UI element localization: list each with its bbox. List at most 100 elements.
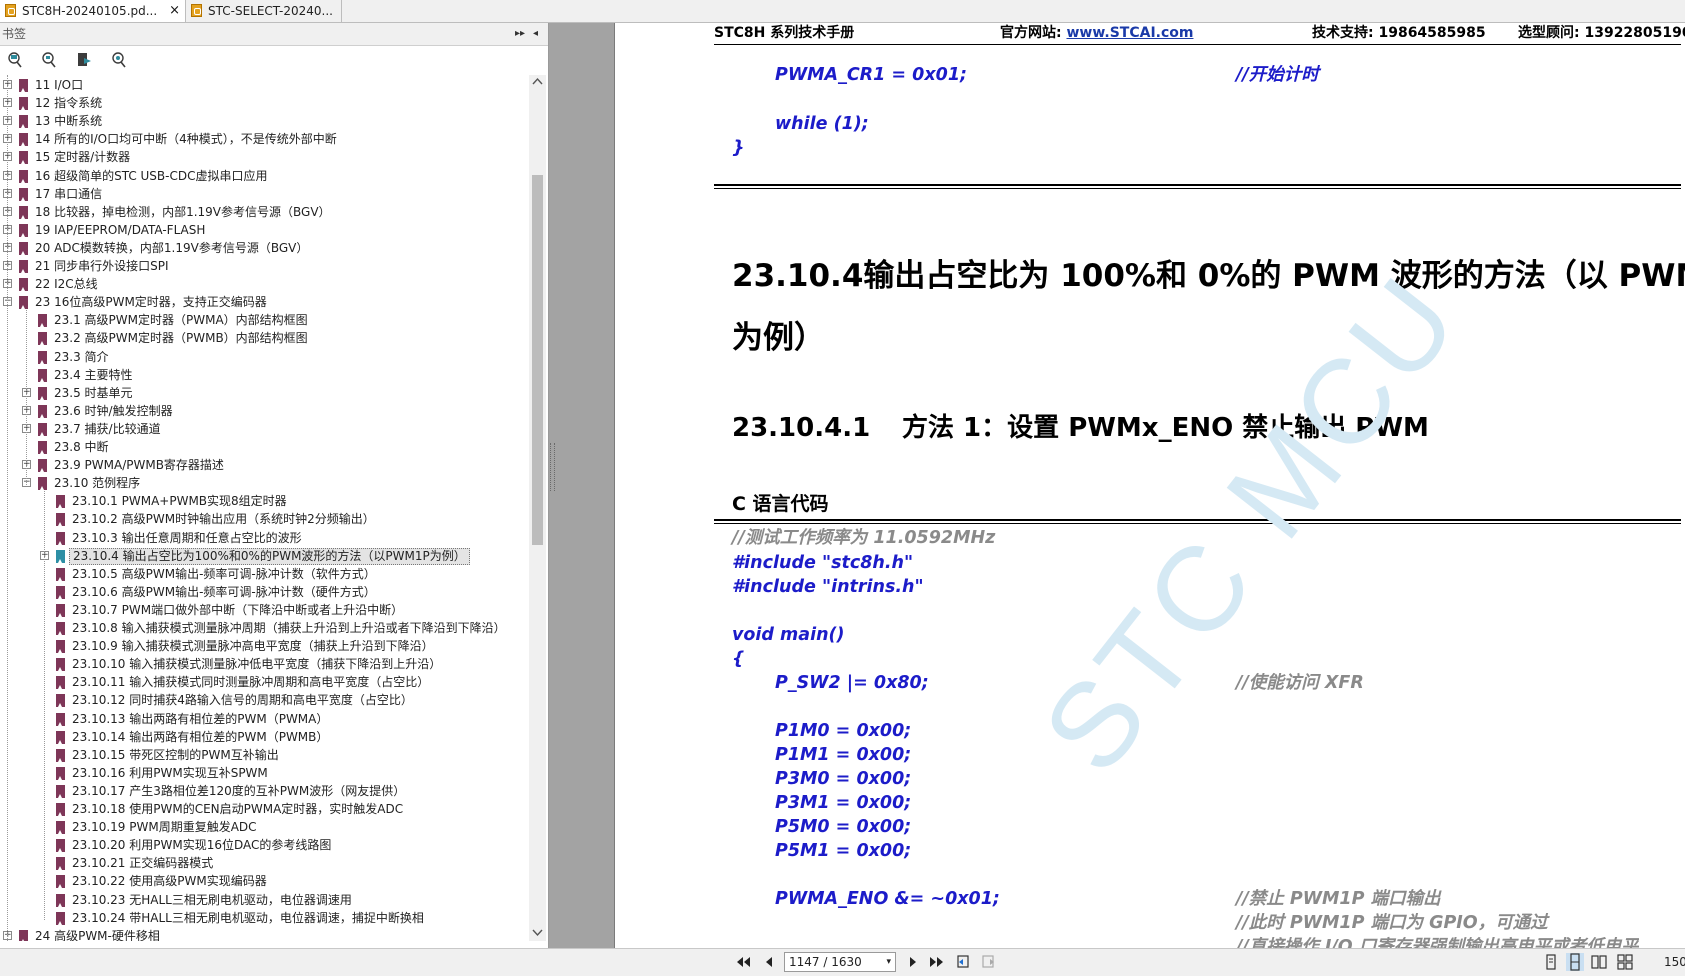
book-view-icon[interactable]: [1616, 953, 1634, 971]
bookmark-item[interactable]: +17 串口通信: [0, 186, 526, 203]
bookmark-item[interactable]: 23.10.15 带死区控制的PWM互补输出: [0, 747, 526, 764]
scroll-up-icon[interactable]: [532, 77, 543, 87]
close-tab-icon[interactable]: ×: [169, 0, 180, 22]
splitter-grip[interactable]: [550, 443, 555, 491]
bookmark-item[interactable]: +23.7 捕获/比较通道: [0, 421, 526, 438]
bookmark-item[interactable]: +23.9 PWMA/PWMB寄存器描述: [0, 457, 526, 474]
scrollbar-thumb[interactable]: [532, 175, 543, 545]
bookmark-item[interactable]: +21 同步串行外设接口SPI: [0, 258, 526, 275]
code-line: while (1);: [775, 114, 869, 134]
bookmark-item[interactable]: 23.10.11 输入捕获模式同时测量脉冲周期和高电平宽度（占空比）: [0, 674, 526, 691]
bookmark-find-icon[interactable]: [110, 51, 128, 69]
bookmark-item[interactable]: 23.10.24 带HALL三相无刷电机驱动，电位器调速，捕捉中断换相: [0, 910, 526, 927]
bookmark-goto-icon[interactable]: [75, 51, 93, 69]
bookmark-item[interactable]: +24 高级PWM-硬件移相: [0, 928, 526, 941]
collapse-panel-icon[interactable]: ▸▸: [515, 23, 525, 45]
bookmark-item[interactable]: +16 超级简单的STC USB-CDC虚拟串口应用: [0, 168, 526, 185]
bookmark-icon: [38, 368, 47, 382]
bookmark-item[interactable]: 23.10.5 高级PWM输出-频率可调-脉冲计数（软件方式）: [0, 566, 526, 583]
bookmark-item[interactable]: 23.8 中断: [0, 439, 526, 456]
bookmark-collapse-icon[interactable]: [40, 51, 58, 69]
bookmark-label: 23.10.13 输出两路有相位差的PWM（PWMA）: [72, 711, 329, 726]
close-panel-icon[interactable]: ◂: [533, 23, 538, 45]
bookmark-item[interactable]: 23.10.19 PWM周期重复触发ADC: [0, 819, 526, 836]
page-number-input[interactable]: 1147 / 1630 ▾: [784, 952, 896, 972]
bookmark-label: 23.2 高级PWM定时器（PWMB）内部结构框图: [54, 331, 308, 346]
bookmark-item[interactable]: 23.10.21 正交编码器模式: [0, 855, 526, 872]
bookmark-icon: [56, 803, 65, 816]
bookmark-item[interactable]: 23.10.7 PWM端口做外部中断（下降沿中断或者上升沿中断）: [0, 602, 526, 619]
bookmark-item[interactable]: +13 中断系统: [0, 113, 526, 130]
bookmark-item[interactable]: 23.10.18 使用PWM的CEN启动PWMA定时器，实时触发ADC: [0, 801, 526, 818]
bookmark-item[interactable]: 23.10.3 输出任意周期和任意占空比的波形: [0, 530, 526, 547]
header-website-link[interactable]: www.STCAI.com: [1066, 25, 1193, 41]
bookmark-item[interactable]: +14 所有的I/O口均可中断（4种模式），不是传统外部中断: [0, 131, 526, 148]
bookmark-item[interactable]: +12 指令系统: [0, 95, 526, 112]
bookmark-item[interactable]: +23.6 时钟/触发控制器: [0, 403, 526, 420]
bookmark-icon: [38, 422, 47, 436]
bookmark-item[interactable]: 23.10.2 高级PWM时钟输出应用（系统时钟2分频输出）: [0, 511, 526, 528]
last-page-icon[interactable]: [928, 953, 946, 971]
bookmark-item[interactable]: 23.4 主要特性: [0, 367, 526, 384]
bookmark-item[interactable]: 23.10.8 输入捕获模式测量脉冲周期（捕获上升沿到上升沿或者下降沿到下降沿）: [0, 620, 526, 637]
bookmark-item[interactable]: 23.10.22 使用高级PWM实现编码器: [0, 873, 526, 890]
bookmark-item[interactable]: 23.10.9 输入捕获模式测量脉冲高电平宽度（捕获上升沿到下降沿）: [0, 638, 526, 655]
c-code-label: C 语言代码: [732, 493, 829, 515]
bookmark-item[interactable]: 23.10.12 同时捕获4路输入信号的周期和高电平宽度（占空比）: [0, 692, 526, 709]
go-forward-icon[interactable]: [980, 953, 998, 971]
code-line: #include "stc8h.h": [732, 553, 914, 573]
bookmark-item[interactable]: 23.3 简介: [0, 349, 526, 366]
bookmark-icon: [56, 585, 65, 599]
tab-label: STC-SELECT-20240...: [208, 4, 333, 18]
continuous-view-icon[interactable]: [1566, 953, 1584, 971]
bookmark-item[interactable]: 23.10.20 利用PWM实现16位DAC的参考线路图: [0, 837, 526, 854]
bookmark-item[interactable]: 23.2 高级PWM定时器（PWMB）内部结构框图: [0, 330, 526, 347]
sidebar-scrollbar[interactable]: [529, 75, 546, 941]
single-page-view-icon[interactable]: [1542, 953, 1560, 971]
subsection-title: 方法 1：设置 PWMx_ENO 禁止输出 PWM: [902, 413, 1429, 443]
facing-view-icon[interactable]: [1590, 953, 1608, 971]
bookmark-icon: [38, 386, 47, 400]
bookmark-expand-icon[interactable]: [6, 51, 24, 69]
go-back-icon[interactable]: [955, 953, 973, 971]
splitter[interactable]: [549, 23, 614, 948]
chevron-down-icon[interactable]: ▾: [886, 953, 891, 971]
tab-stc-select[interactable]: STC-SELECT-20240...: [186, 0, 342, 22]
bookmark-item[interactable]: −23 16位高级PWM定时器，支持正交编码器: [0, 294, 526, 311]
bookmark-label: 23.10.14 输出两路有相位差的PWM（PWMB）: [72, 729, 329, 744]
code-block-rule: [714, 188, 1681, 189]
bookmark-label: 23.10.23 无HALL三相无刷电机驱动，电位器调速用: [72, 892, 352, 907]
bookmark-item[interactable]: +22 I2C总线: [0, 276, 526, 293]
bookmark-label: 22 I2C总线: [35, 277, 98, 292]
bookmark-item[interactable]: 23.10.17 产生3路相位差120度的互补PWM波形（网友提供）: [0, 783, 526, 800]
bookmark-item[interactable]: 23.1 高级PWM定时器（PWMA）内部结构框图: [0, 312, 526, 329]
next-page-icon[interactable]: [904, 953, 922, 971]
scroll-down-icon[interactable]: [532, 927, 543, 937]
bookmark-item[interactable]: +11 I/O口: [0, 77, 526, 94]
zoom-level[interactable]: 150: [1664, 955, 1685, 969]
bookmark-item[interactable]: 23.10.1 PWMA+PWMB实现8组定时器: [0, 493, 526, 510]
bookmark-icon: [56, 549, 65, 563]
bookmark-item[interactable]: +19 IAP/EEPROM/DATA-FLASH: [0, 222, 526, 239]
bookmark-icon: [38, 350, 47, 364]
bookmark-item[interactable]: 23.10.13 输出两路有相位差的PWM（PWMA）: [0, 711, 526, 728]
bookmark-item[interactable]: 23.10.10 输入捕获模式测量脉冲低电平宽度（捕获下降沿到上升沿）: [0, 656, 526, 673]
code-comment: //开始计时: [1236, 65, 1319, 85]
bookmark-item[interactable]: +20 ADC模数转换，内部1.19V参考信号源（BGV）: [0, 240, 526, 257]
bookmark-label: 23.4 主要特性: [54, 367, 133, 382]
code-block-rule: [714, 184, 1681, 186]
bookmark-item[interactable]: +23.5 时基单元: [0, 385, 526, 402]
bookmark-item[interactable]: +18 比较器，掉电检测，内部1.19V参考信号源（BGV）: [0, 204, 526, 221]
bookmark-item[interactable]: 23.10.16 利用PWM实现互补SPWM: [0, 765, 526, 782]
bookmark-item[interactable]: +23.10.4 输出占空比为100%和0%的PWM波形的方法（以PWM1P为例…: [0, 547, 526, 565]
bookmark-item[interactable]: −23.10 范例程序: [0, 475, 526, 492]
bookmark-item[interactable]: +15 定时器/计数器: [0, 149, 526, 166]
previous-page-icon[interactable]: [760, 953, 778, 971]
first-page-icon[interactable]: [734, 953, 752, 971]
bookmark-icon: [56, 839, 65, 853]
bookmark-item[interactable]: 23.10.14 输出两路有相位差的PWM（PWMB）: [0, 729, 526, 746]
tab-stc8h-manual[interactable]: STC8H-20240105.pd... ×: [0, 0, 186, 22]
bookmark-item[interactable]: 23.10.6 高级PWM输出-频率可调-脉冲计数（硬件方式）: [0, 584, 526, 601]
code-comment: //禁止 PWM1P 端口输出: [1236, 889, 1441, 909]
bookmark-item[interactable]: 23.10.23 无HALL三相无刷电机驱动，电位器调速用: [0, 892, 526, 909]
